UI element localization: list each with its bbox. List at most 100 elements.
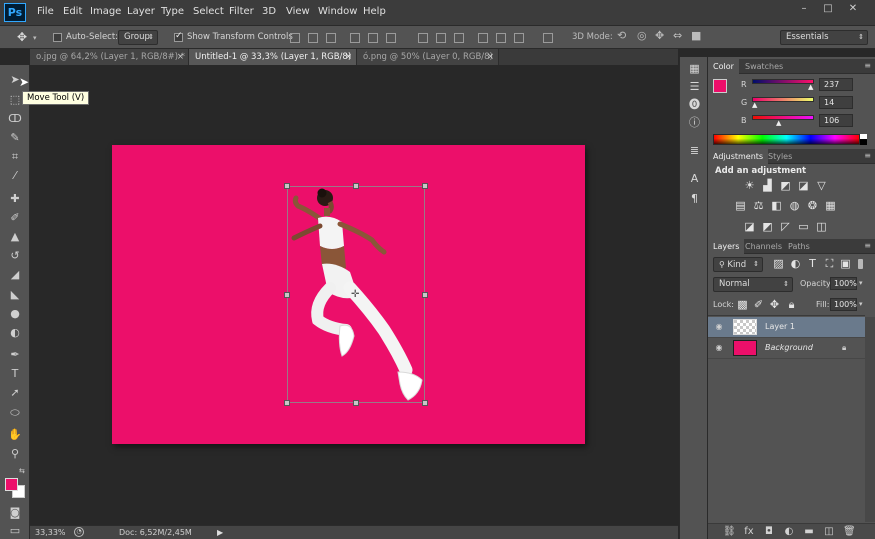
transform-handle-bottom-left[interactable] [284, 400, 290, 406]
3d-scale-icon[interactable]: ■ [691, 29, 701, 42]
b-value[interactable]: 106 [819, 114, 853, 127]
minimize-button[interactable]: – [794, 2, 814, 16]
transform-handle-top-left[interactable] [284, 183, 290, 189]
tab-styles[interactable]: Styles [763, 149, 797, 164]
menu-file[interactable]: File [37, 6, 54, 17]
photo-filter-icon[interactable]: ◍ [788, 200, 801, 212]
bw-icon[interactable]: ◧ [770, 200, 783, 212]
filter-pixel-icon[interactable]: ▨ [772, 258, 785, 270]
zoom-level[interactable]: 33,33% [35, 526, 66, 539]
transform-handle-right[interactable] [422, 292, 428, 298]
posterize-icon[interactable]: ◩ [761, 221, 774, 233]
maximize-button[interactable]: □ [818, 2, 838, 16]
transform-handle-top-right[interactable] [422, 183, 428, 189]
distribute-left-icon[interactable] [478, 33, 488, 43]
fill-dropdown-icon[interactable]: ▾ [859, 300, 863, 308]
info-circle-icon[interactable]: ⓘ [687, 115, 702, 130]
fill-value[interactable]: 100% [830, 298, 857, 311]
filter-toggle[interactable] [858, 259, 863, 269]
tab-layers[interactable]: Layers [708, 239, 745, 254]
visibility-eye-icon[interactable]: ◉ [714, 322, 724, 332]
layers-scrollbar[interactable] [865, 317, 875, 522]
channel-mixer-icon[interactable]: ❂ [806, 200, 819, 212]
fx-icon[interactable]: fx [743, 526, 755, 538]
filter-smart-object-icon[interactable]: ▣ [839, 258, 852, 270]
align-hcenter-icon[interactable] [368, 33, 378, 43]
r-value[interactable]: 237 [819, 78, 853, 91]
properties-icon[interactable]: ☰ [687, 79, 702, 94]
visibility-eye-icon[interactable]: ◉ [714, 343, 724, 353]
tab-o-png[interactable]: ó.png @ 50% (Layer 0, RGB/8) × [357, 49, 499, 65]
paragraph-icon[interactable]: ¶ [687, 191, 702, 206]
3d-rotate-icon[interactable]: ⟲ [617, 29, 626, 42]
hand-icon[interactable]: ✋ [6, 427, 24, 443]
path-select-icon[interactable]: ➚ [6, 385, 24, 401]
auto-select-checkbox[interactable] [53, 33, 62, 42]
info-icon[interactable]: ⓿ [687, 97, 702, 112]
levels-icon[interactable]: ▟ [761, 180, 774, 192]
zoom-icon[interactable]: ⚲ [6, 446, 24, 462]
new-layer-icon[interactable]: ◫ [823, 526, 835, 538]
close-tab-icon[interactable]: × [177, 49, 184, 65]
close-button[interactable]: ✕ [843, 2, 863, 16]
group-icon[interactable]: ▬ [803, 526, 815, 538]
color-lookup-icon[interactable]: ▦ [824, 200, 837, 212]
lock-all-icon[interactable]: 🔒︎ [785, 299, 798, 311]
paragraph-styles-icon[interactable]: ≣ [687, 143, 702, 158]
adjustment-layer-icon[interactable]: ◐ [783, 526, 795, 538]
screen-mode-icon[interactable]: ▭ [6, 523, 24, 539]
distribute-right-icon[interactable] [514, 33, 524, 43]
bucket-icon[interactable]: ◣ [6, 287, 24, 303]
close-tab-icon[interactable]: × [487, 49, 494, 65]
menu-3d[interactable]: 3D [262, 6, 276, 17]
pen-icon[interactable]: ✒ [6, 347, 24, 363]
color-foreground-swatch[interactable] [713, 79, 727, 93]
history-icon[interactable]: ▦ [687, 61, 702, 76]
align-left-icon[interactable] [350, 33, 360, 43]
tab-color[interactable]: Color [708, 59, 739, 74]
menu-view[interactable]: View [286, 6, 310, 17]
gradient-map-icon[interactable]: ◫ [815, 221, 828, 233]
menu-layer[interactable]: Layer [127, 6, 155, 17]
align-top-icon[interactable] [290, 33, 300, 43]
panel-menu-icon[interactable]: ≡ [864, 241, 871, 250]
layer-row-background[interactable]: ◉ Background 🔒︎ [708, 338, 865, 359]
tab-o-jpg[interactable]: o.jpg @ 64,2% (Layer 1, RGB/8#) * × [30, 49, 189, 65]
lock-transparent-icon[interactable]: ▩ [736, 299, 749, 311]
menu-window[interactable]: Window [318, 6, 357, 17]
distribute-hcenter-icon[interactable] [496, 33, 506, 43]
3d-roll-icon[interactable]: ◎ [637, 29, 647, 42]
ellipse-icon[interactable]: ⬭ [6, 405, 24, 421]
blend-mode-dropdown[interactable]: Normal ⇕ [713, 277, 793, 292]
link-icon[interactable]: ⛓ [723, 526, 736, 538]
threshold-icon[interactable]: ◸ [779, 221, 792, 233]
close-tab-icon[interactable]: × [345, 49, 352, 65]
menu-help[interactable]: Help [363, 6, 386, 17]
3d-pan-icon[interactable]: ✥ [655, 29, 664, 42]
color-spectrum-bar[interactable] [713, 134, 860, 145]
transform-handle-left[interactable] [284, 292, 290, 298]
layer-name[interactable]: Layer 1 [765, 322, 795, 331]
layer-name[interactable]: Background [765, 343, 813, 352]
lasso-icon[interactable]: ↀ [6, 111, 24, 127]
layer-filter-dropdown[interactable]: ⚲ Kind ⇕ [713, 257, 763, 272]
quick-select-icon[interactable]: ✎ [6, 130, 24, 146]
spectrum-black-swatch[interactable] [860, 139, 867, 145]
transform-handle-top[interactable] [353, 183, 359, 189]
g-slider-thumb[interactable]: ▲ [752, 101, 757, 109]
opacity-dropdown-icon[interactable]: ▾ [859, 279, 863, 287]
dodge-icon[interactable]: ◐ [6, 325, 24, 341]
status-arrow-icon[interactable]: ▶ [217, 526, 223, 539]
menu-edit[interactable]: Edit [63, 6, 82, 17]
quick-mask-icon[interactable]: ◙ [6, 505, 24, 521]
r-slider[interactable] [752, 79, 814, 84]
b-slider-thumb[interactable]: ▲ [776, 119, 781, 127]
transform-pivot-icon[interactable]: ✛ [351, 289, 359, 300]
align-vcenter-icon[interactable] [308, 33, 318, 43]
brightness-icon[interactable]: ☀ [743, 180, 756, 192]
curves-icon[interactable]: ◩ [779, 180, 792, 192]
b-slider[interactable] [752, 115, 814, 120]
blur-icon[interactable]: ● [6, 306, 24, 322]
history-brush-icon[interactable]: ↺ [6, 248, 24, 264]
tab-adjustments[interactable]: Adjustments [708, 149, 769, 164]
